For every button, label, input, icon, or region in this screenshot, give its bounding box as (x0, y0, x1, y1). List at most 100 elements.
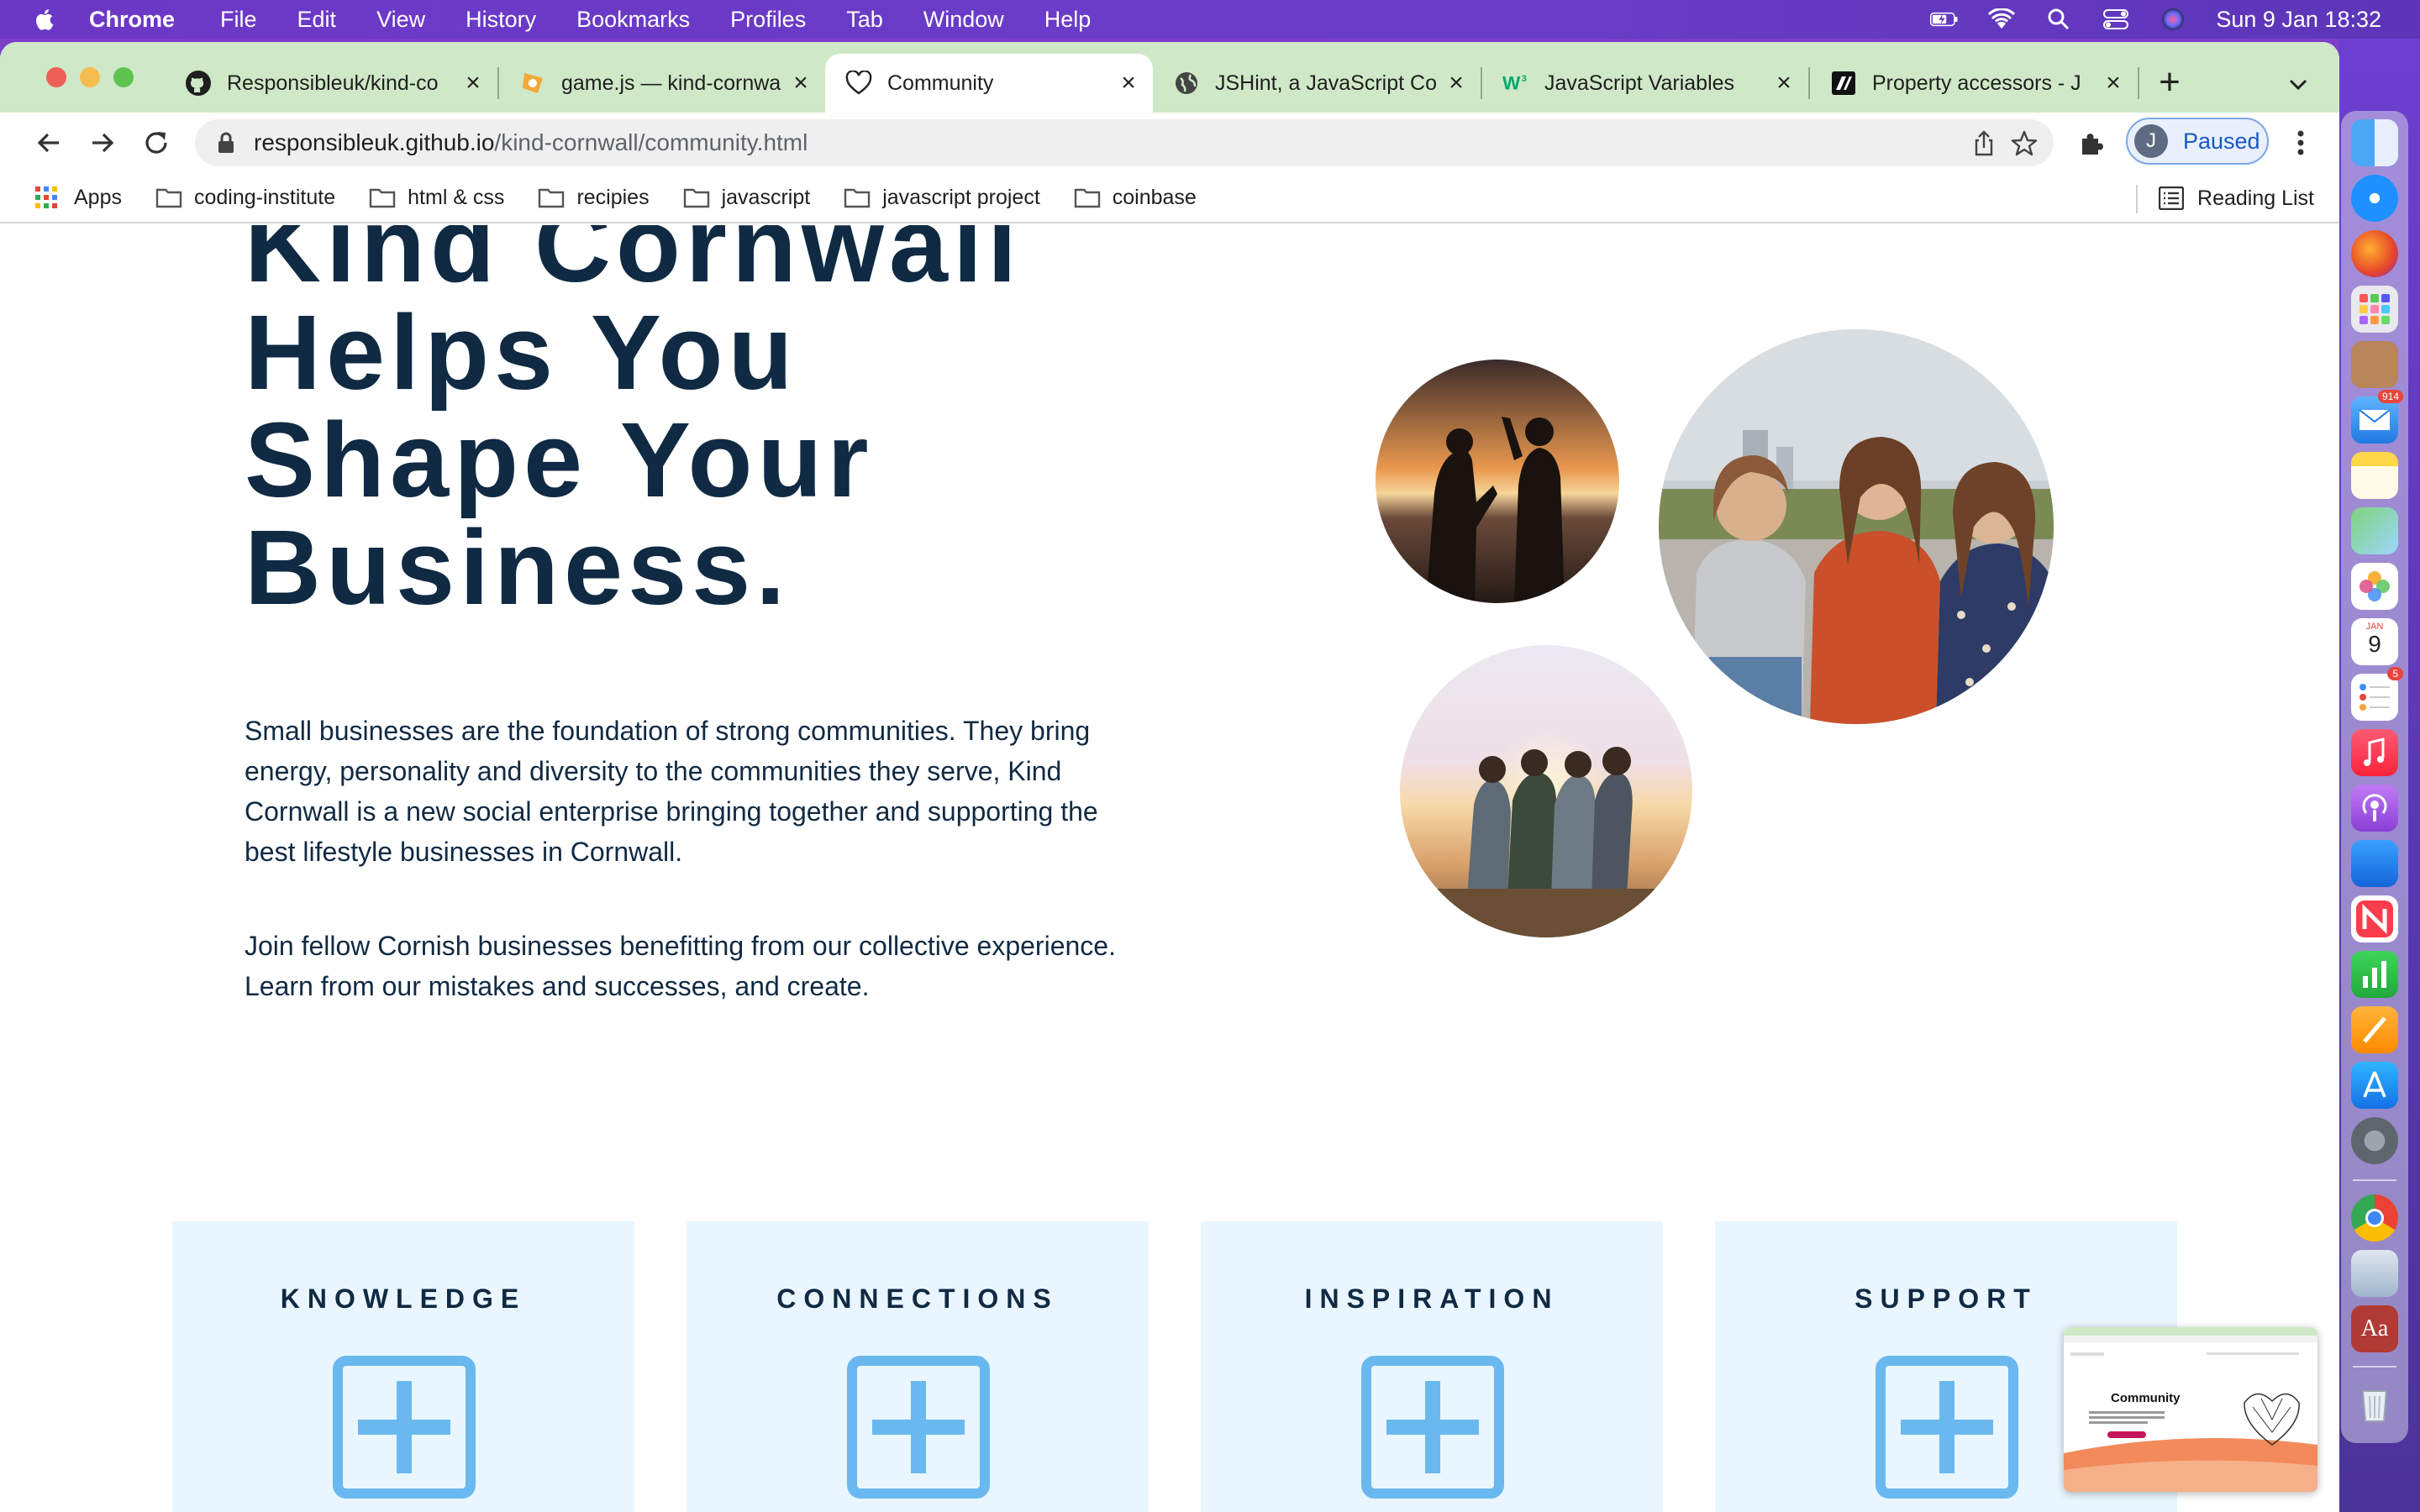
dictionary-icon[interactable]: Aa (2351, 1305, 2398, 1352)
spotlight-search-icon[interactable] (2044, 8, 2073, 30)
expand-plus-icon[interactable] (1361, 1356, 1504, 1499)
new-tab-plus-icon[interactable]: + (2153, 64, 2186, 101)
tab-glitch[interactable]: game.js — kind-cornwa × (499, 54, 825, 113)
paragraph-line: energy, personality and diversity to the… (245, 756, 1062, 786)
contacts-icon[interactable] (2351, 341, 2398, 388)
siri-icon[interactable] (2159, 8, 2187, 30)
menu-edit[interactable]: Edit (297, 7, 337, 33)
tab-w3schools[interactable]: W3 JavaScript Variables × (1482, 54, 1808, 113)
bookmark-folder-javascript-project[interactable]: javascript project (844, 186, 1040, 210)
lock-icon[interactable] (217, 131, 235, 155)
menu-tab[interactable]: Tab (846, 7, 883, 33)
folder-icon (1074, 188, 1100, 208)
bookmark-folder-recipies[interactable]: recipies (538, 185, 650, 210)
tab-github[interactable]: Responsibleuk/kind-co × (165, 54, 497, 113)
bookmark-label: recipies (576, 185, 650, 209)
control-center-icon[interactable] (2102, 8, 2130, 30)
bookmarks-separator (2136, 185, 2138, 213)
close-window-button[interactable] (46, 67, 66, 87)
share-icon[interactable] (1970, 129, 1998, 158)
battery-icon[interactable] (1930, 8, 1959, 30)
tab-jshint[interactable]: JSHint, a JavaScript Co × (1153, 54, 1481, 113)
folder-icon (369, 188, 396, 208)
notes-icon[interactable] (2351, 452, 2398, 499)
close-tab-icon[interactable]: × (2101, 71, 2126, 96)
system-preferences-icon[interactable] (2351, 1117, 2398, 1164)
maps-icon[interactable] (2351, 507, 2398, 554)
minimize-window-button[interactable] (80, 67, 100, 87)
pages-icon[interactable] (2351, 1006, 2398, 1053)
menubar-clock[interactable]: Sun 9 Jan 18:32 (2216, 7, 2381, 33)
profile-button[interactable]: J Paused (2126, 118, 2269, 165)
launchpad-icon[interactable] (2351, 286, 2398, 333)
reading-list-button[interactable]: Reading List (2159, 173, 2314, 223)
tab-title: JavaScript Variables (1544, 71, 1735, 95)
close-tab-icon[interactable]: × (460, 71, 486, 96)
knowledge-card[interactable]: KNOWLEDGE (172, 1221, 634, 1512)
numbers-icon[interactable] (2351, 951, 2398, 998)
mail-icon[interactable]: 914 (2351, 390, 2403, 444)
reload-icon[interactable] (139, 126, 173, 160)
menu-profiles[interactable]: Profiles (730, 7, 806, 33)
connections-card[interactable]: CONNECTIONS (687, 1221, 1149, 1512)
tab-title: Community (887, 71, 994, 95)
inspiration-card[interactable]: INSPIRATION (1201, 1221, 1663, 1512)
news-icon[interactable] (2351, 895, 2398, 942)
keynote-icon[interactable] (2351, 840, 2398, 887)
forward-arrow-icon[interactable] (86, 126, 119, 160)
extensions-puzzle-icon[interactable] (2075, 126, 2109, 160)
bookmark-folder-coinbase[interactable]: coinbase (1074, 186, 1197, 210)
paragraph-line: Small businesses are the foundation of s… (245, 716, 1091, 746)
app-store-icon[interactable] (2351, 1062, 2398, 1109)
bookmark-label: Apps (74, 185, 122, 209)
tab-strip: Responsibleuk/kind-co × game.js — kind-c… (0, 42, 2339, 113)
menu-file[interactable]: File (220, 7, 257, 33)
calendar-icon[interactable]: JAN 9 (2351, 618, 2398, 665)
bookmark-folder-coding-institute[interactable]: coding-institute (155, 186, 335, 210)
finder-icon[interactable] (2351, 119, 2398, 166)
glitch-icon (519, 70, 546, 97)
menu-help[interactable]: Help (1044, 7, 1092, 33)
menu-history[interactable]: History (466, 7, 536, 33)
reminders-badge: 5 (2387, 667, 2403, 680)
close-tab-icon[interactable]: × (1444, 71, 1469, 96)
menu-bookmarks[interactable]: Bookmarks (576, 7, 690, 33)
photos-icon[interactable] (2351, 563, 2398, 610)
hero-title-line: Helps You (245, 293, 798, 412)
globe-icon (1173, 70, 1200, 97)
tab-search-chevron-icon[interactable] (2286, 72, 2311, 97)
menu-app-name[interactable]: Chrome (89, 7, 175, 33)
zoom-window-button[interactable] (113, 67, 134, 87)
apple-menu-icon[interactable] (34, 8, 54, 31)
back-arrow-icon[interactable] (32, 126, 66, 160)
podcasts-icon[interactable] (2351, 785, 2398, 832)
close-tab-icon[interactable]: × (1771, 71, 1797, 96)
bookmark-apps[interactable]: Apps (35, 186, 122, 210)
bookmark-star-icon[interactable] (2010, 129, 2039, 158)
menu-window[interactable]: Window (923, 7, 1004, 33)
bookmark-folder-html-css[interactable]: html & css (369, 186, 504, 210)
expand-plus-icon[interactable] (1876, 1356, 2018, 1499)
chrome-menu-icon[interactable] (2284, 126, 2317, 160)
preview-icon[interactable] (2351, 1250, 2398, 1297)
svg-text:W: W (1502, 73, 1521, 94)
bookmark-folder-javascript[interactable]: javascript (683, 186, 810, 210)
trash-icon[interactable] (2351, 1379, 2398, 1426)
wifi-icon[interactable] (1987, 8, 2016, 30)
paragraph-line: Learn from our mistakes and successes, a… (245, 971, 870, 1001)
menu-view[interactable]: View (376, 7, 425, 33)
url-host: responsibleuk.github.io (254, 129, 495, 155)
close-tab-icon[interactable]: × (788, 71, 813, 96)
safari-icon[interactable] (2351, 175, 2398, 222)
close-tab-icon[interactable]: × (1116, 71, 1141, 96)
expand-plus-icon[interactable] (333, 1356, 476, 1499)
tab-mdn[interactable]: Property accessors - J × (1810, 54, 2138, 113)
screenshot-preview-thumbnail[interactable]: Community (2064, 1327, 2317, 1492)
music-icon[interactable] (2351, 729, 2398, 776)
tab-community[interactable]: Community × (825, 54, 1153, 113)
expand-plus-icon[interactable] (847, 1356, 990, 1499)
chrome-icon[interactable] (2351, 1194, 2398, 1242)
firefox-icon[interactable] (2351, 230, 2398, 277)
reminders-icon[interactable]: 5 (2351, 667, 2403, 721)
address-bar[interactable]: responsibleuk.github.io/kind-cornwall/co… (195, 119, 2054, 166)
